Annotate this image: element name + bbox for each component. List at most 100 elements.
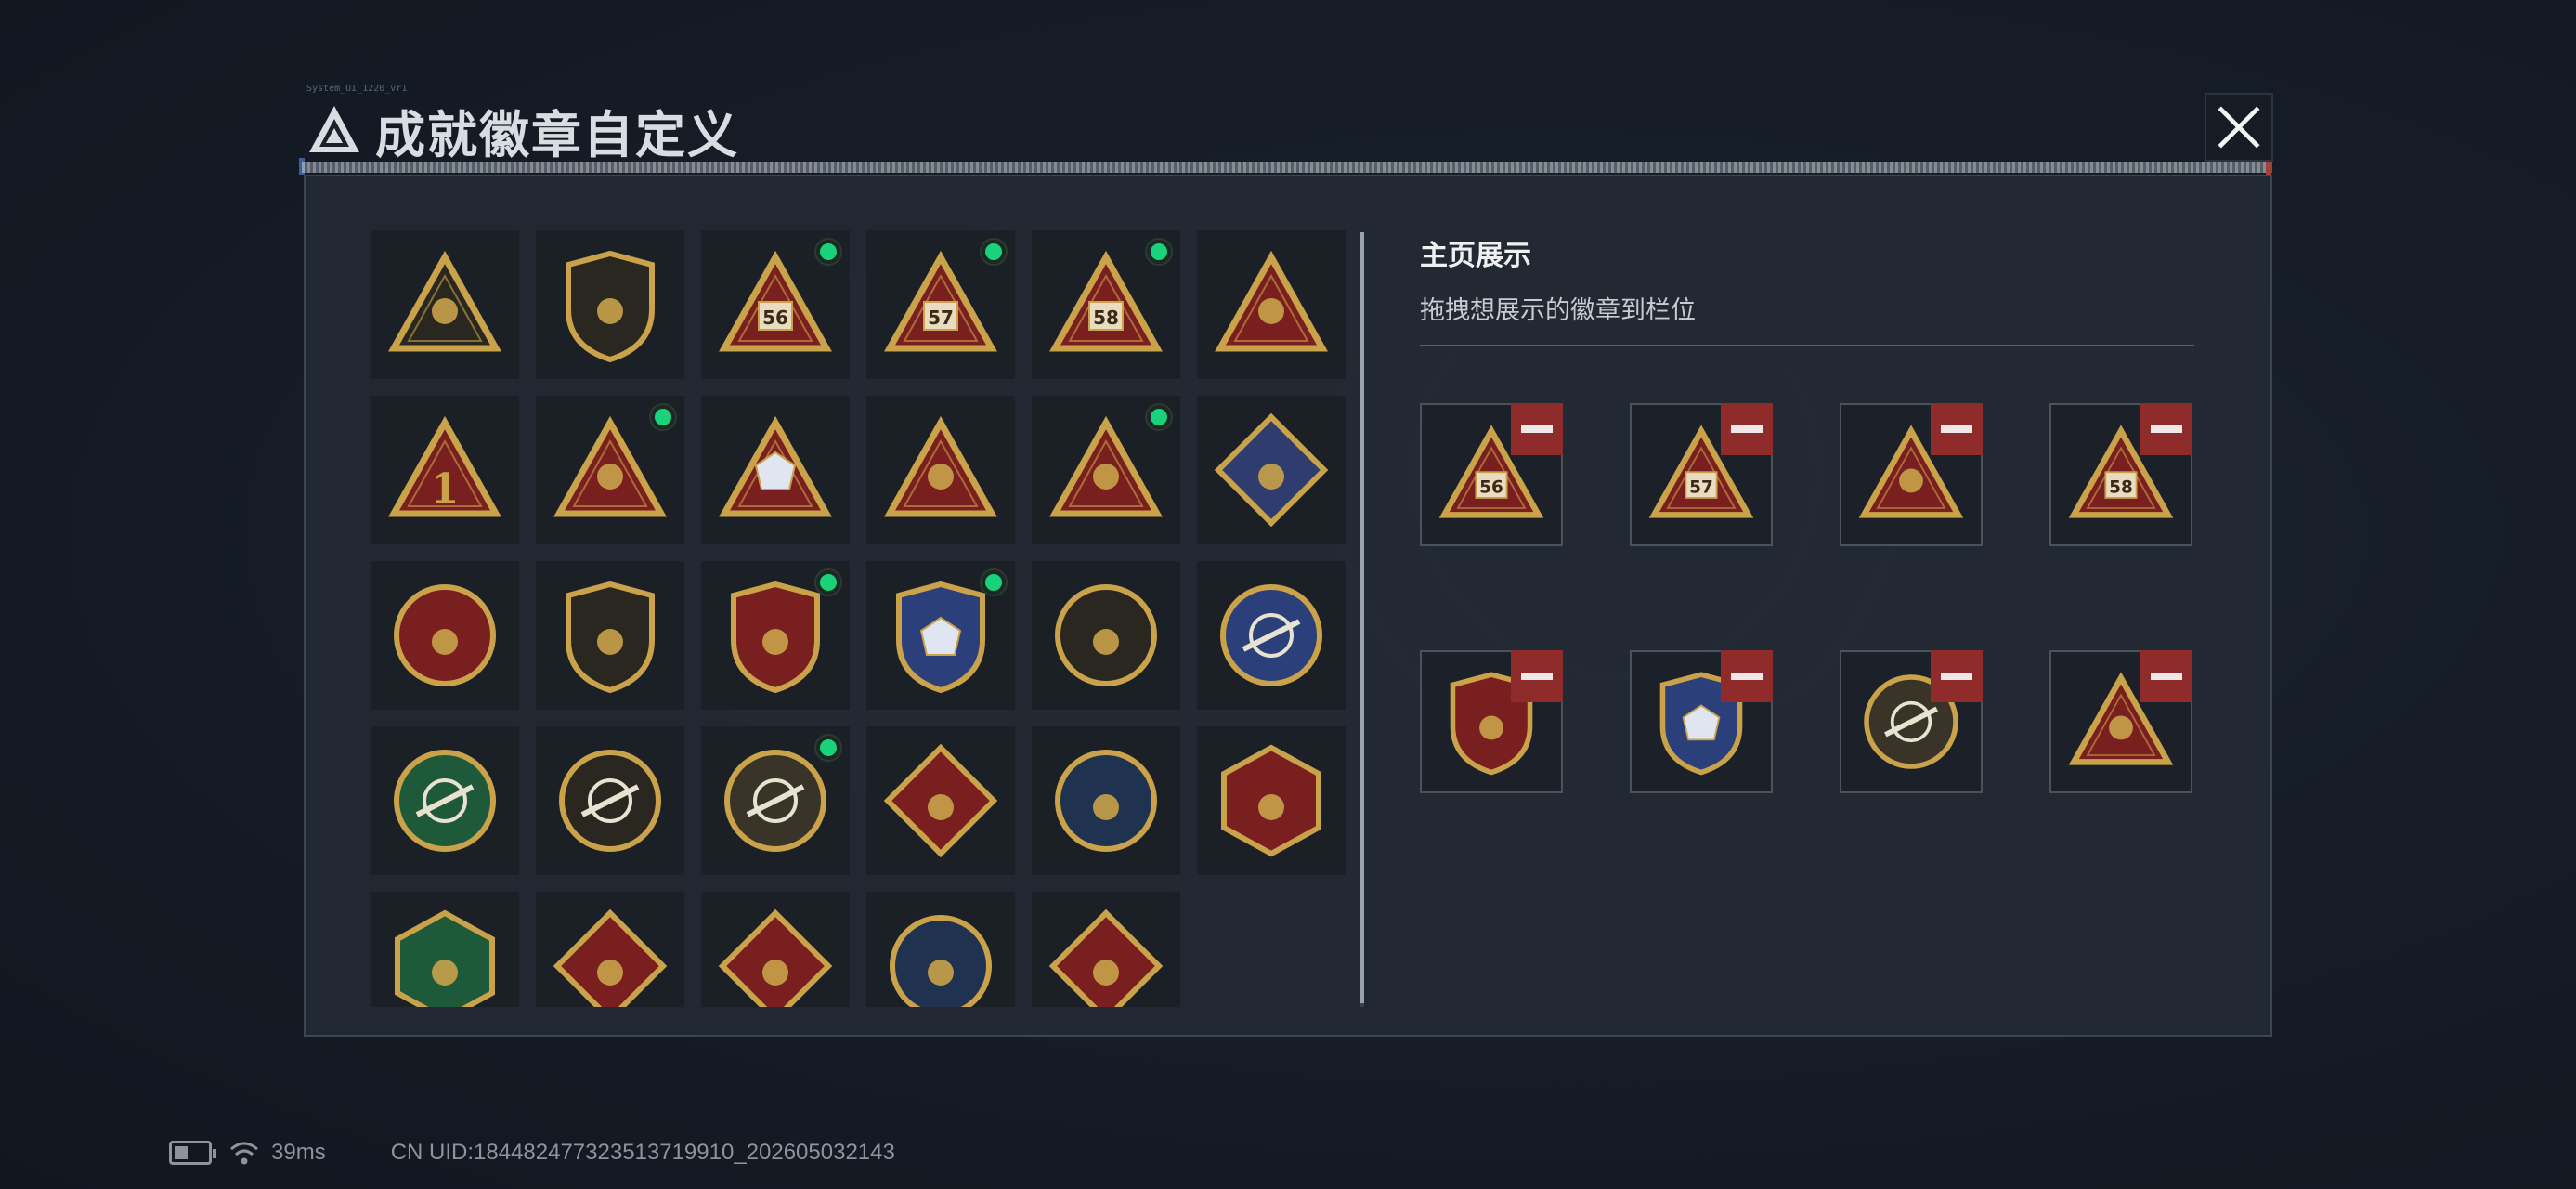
badge-slot-helicopter-shield-badge[interactable] xyxy=(536,230,684,379)
badge-slot-missile-crosshair-gold-badge[interactable] xyxy=(701,726,850,875)
badge-slot-chevron-shield-badge[interactable] xyxy=(536,561,684,710)
battery-icon xyxy=(169,1141,216,1165)
gem-shield-blue-badge-icon xyxy=(896,581,985,694)
new-indicator-dot xyxy=(651,405,675,429)
gem-triangle-badge-icon xyxy=(719,415,832,517)
fist-diamond-badge-icon xyxy=(1214,412,1329,528)
uid-text: CN UID:18448247732351371991​0_2026050321… xyxy=(390,1140,895,1165)
showcase-slot-5[interactable] xyxy=(1420,650,1563,793)
remove-badge-button[interactable] xyxy=(1721,403,1773,455)
badge-slot-s6-triangle-badge[interactable]: 56 xyxy=(701,230,850,379)
svg-text:57: 57 xyxy=(1689,477,1713,497)
s7-triangle-badge-icon: 57 xyxy=(884,250,997,352)
minus-icon xyxy=(2151,425,2182,433)
badge-slot-soldier-triangle-badge[interactable] xyxy=(866,396,1015,544)
badge-slot-triangle-logo-shield-badge[interactable] xyxy=(371,230,519,379)
badge-slot-wolf-diamond-badge[interactable] xyxy=(866,726,1015,875)
sprinter-diamond-badge-icon xyxy=(718,908,833,1007)
badge-slot-eagle-triangle-badge[interactable] xyxy=(1197,230,1346,379)
svg-text:1: 1 xyxy=(431,465,460,513)
scrollbar-thumb[interactable] xyxy=(1360,232,1364,1003)
ping-value: 39ms xyxy=(271,1140,326,1165)
showcase-slot-4[interactable]: 58 xyxy=(2049,403,2192,546)
runner-triangle-badge-icon xyxy=(553,415,667,517)
showcase-slot-8[interactable] xyxy=(2049,650,2192,793)
pearl-circle-badge-icon xyxy=(1055,584,1157,686)
wasp-hexagon-green-badge-icon xyxy=(395,909,495,1007)
minus-icon xyxy=(1941,425,1972,433)
showcase-title: 主页展示 xyxy=(1420,240,1531,272)
badge-slot-eagle-circle-badge[interactable] xyxy=(1032,726,1180,875)
badge-slot-pearl-circle-badge[interactable] xyxy=(1032,561,1180,710)
minus-icon xyxy=(1731,673,1763,680)
showcase-slot-2[interactable]: 57 xyxy=(1630,403,1773,546)
remove-badge-button[interactable] xyxy=(2140,650,2192,702)
badge-slot-wings-shield-red-badge[interactable] xyxy=(701,561,850,710)
remove-badge-button[interactable] xyxy=(1511,650,1563,702)
remove-badge-button[interactable] xyxy=(2140,403,2192,455)
badge-slot-backpack-diamond-badge[interactable] xyxy=(1032,892,1180,1007)
wasp-hexagon-badge-icon xyxy=(1221,744,1321,857)
title-underline xyxy=(302,162,2272,173)
s6-triangle-badge-icon: 56 xyxy=(719,250,832,352)
showcase-divider xyxy=(1420,345,2194,346)
rifle-crosshair-blue-badge-icon xyxy=(1220,584,1322,686)
number-one-triangle-badge-icon: 1 xyxy=(388,415,501,517)
minus-icon xyxy=(2151,673,2182,680)
new-indicator-dot xyxy=(982,240,1006,264)
badge-customize-panel: 56 57 58 1 主页展示 拖拽想展示的徽章到栏位 56 57 58 xyxy=(304,175,2272,1037)
svg-text:58: 58 xyxy=(2109,477,2133,497)
rifle-crosshair-green-badge-icon xyxy=(394,750,496,852)
showcase-slot-7[interactable] xyxy=(1840,650,1983,793)
badge-slot-gem-shield-blue-badge[interactable] xyxy=(866,561,1015,710)
remove-badge-button[interactable] xyxy=(1931,403,1983,455)
badge-slot-runner-triangle-badge[interactable] xyxy=(536,396,684,544)
badge-slot-wasp-hexagon-green-badge[interactable] xyxy=(371,892,519,1007)
close-icon xyxy=(2218,106,2260,149)
badge-slot-number-one-triangle-badge[interactable]: 1 xyxy=(371,396,519,544)
badge-slot-gem-triangle-badge[interactable] xyxy=(701,396,850,544)
dragon-diamond-badge-icon xyxy=(553,908,668,1007)
backpack-diamond-badge-icon xyxy=(1048,908,1164,1007)
badge-slot-lynx-circle-badge[interactable] xyxy=(866,892,1015,1007)
minus-icon xyxy=(1521,673,1553,680)
missile-crosshair-gold-badge-icon xyxy=(724,750,826,852)
badge-slot-sprinter-diamond-badge[interactable] xyxy=(701,892,850,1007)
triangle-logo-icon xyxy=(309,106,359,152)
new-indicator-dot xyxy=(816,570,840,594)
badge-slot-wasp-hexagon-badge[interactable] xyxy=(1197,726,1346,875)
badge-slot-s8-triangle-badge[interactable]: 58 xyxy=(1032,230,1180,379)
remove-badge-button[interactable] xyxy=(1721,650,1773,702)
badge-slot-star-medal-badge[interactable] xyxy=(371,561,519,710)
showcase-slot-1[interactable]: 56 xyxy=(1420,403,1563,546)
showcase-subtitle: 拖拽想展示的徽章到栏位 xyxy=(1420,296,1696,325)
badge-slot-s7-triangle-badge[interactable]: 57 xyxy=(866,230,1015,379)
wings-shield-red-badge-icon xyxy=(731,581,820,694)
new-indicator-dot xyxy=(816,736,840,760)
remove-badge-button[interactable] xyxy=(1931,650,1983,702)
showcase-slot-3[interactable] xyxy=(1840,403,1983,546)
eagle-triangle-badge-icon xyxy=(1215,250,1328,352)
new-indicator-dot xyxy=(816,240,840,264)
eagle-circle-badge-icon xyxy=(1055,750,1157,852)
lynx-circle-badge-icon xyxy=(890,915,992,1007)
close-button[interactable] xyxy=(2205,93,2273,162)
wifi-icon xyxy=(230,1142,258,1165)
svg-text:58: 58 xyxy=(1093,307,1119,329)
badge-slot-rifle-circle-badge[interactable] xyxy=(536,726,684,875)
wolf-diamond-badge-icon xyxy=(883,743,998,858)
minus-icon xyxy=(1521,425,1553,433)
badge-slot-rifle-crosshair-green-badge[interactable] xyxy=(371,726,519,875)
badge-slot-rifle-crosshair-blue-badge[interactable] xyxy=(1197,561,1346,710)
title-bar: 成就徽章自定义 xyxy=(306,93,739,167)
showcase-slot-6[interactable] xyxy=(1630,650,1773,793)
badge-slot-rocket-triangle-badge[interactable] xyxy=(1032,396,1180,544)
remove-badge-button[interactable] xyxy=(1511,403,1563,455)
badge-slot-dragon-diamond-badge[interactable] xyxy=(536,892,684,1007)
s8-triangle-badge-icon: 58 xyxy=(1049,250,1163,352)
new-indicator-dot xyxy=(1147,240,1171,264)
showcase-section: 主页展示 拖拽想展示的徽章到栏位 56 57 58 xyxy=(1420,232,2209,793)
status-bar: 39ms CN UID:18448247732351371991​0_20260… xyxy=(169,1139,895,1167)
badge-slot-fist-diamond-badge[interactable] xyxy=(1197,396,1346,544)
showcase-slots: 56 57 58 xyxy=(1420,403,2192,793)
